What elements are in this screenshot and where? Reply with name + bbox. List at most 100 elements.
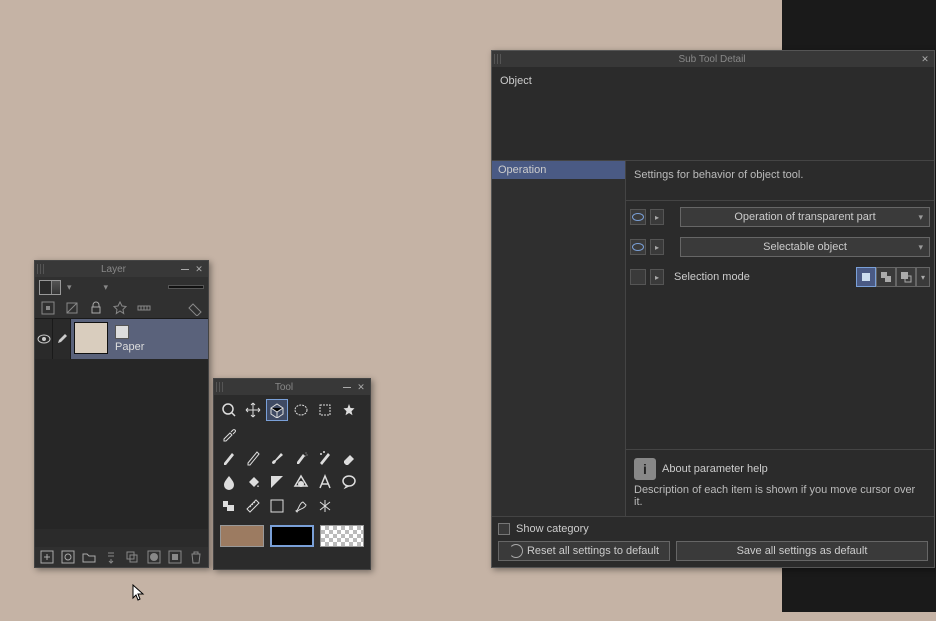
help-title: About parameter help xyxy=(662,463,768,475)
eraser-tool[interactable] xyxy=(338,447,360,469)
airbrush-tool[interactable] xyxy=(290,447,312,469)
chevron-down-icon[interactable]: ▾ xyxy=(65,282,74,293)
parameter-help-box: i About parameter help Description of ea… xyxy=(626,449,934,516)
minimize-icon[interactable] xyxy=(178,263,192,275)
mouse-cursor xyxy=(132,584,146,602)
selection-mode-add[interactable] xyxy=(876,267,896,287)
eyedropper-tool[interactable] xyxy=(218,423,240,445)
perspective-tool[interactable] xyxy=(314,495,336,517)
transparent-color[interactable] xyxy=(320,525,364,547)
subtool-header: Object xyxy=(492,67,934,161)
detail-panel-title: Sub Tool Detail xyxy=(506,54,918,65)
close-icon[interactable] xyxy=(354,381,368,393)
clip-mask-icon[interactable] xyxy=(63,300,81,316)
show-category-checkbox[interactable] xyxy=(498,523,510,535)
zoom-tool[interactable] xyxy=(218,399,240,421)
setting-row-transparent-part: ▸ Operation of transparent part xyxy=(630,207,930,227)
ruler-tool[interactable] xyxy=(242,495,264,517)
selection-mode-menu[interactable]: ▾ xyxy=(916,267,930,287)
tool-panel-titlebar[interactable]: Tool xyxy=(214,379,370,395)
layer-panel-titlebar[interactable]: Layer xyxy=(35,261,208,277)
delete-layer-button[interactable] xyxy=(189,549,204,565)
eye-icon xyxy=(37,334,51,344)
category-item-operation[interactable]: Operation xyxy=(492,161,625,179)
ruler-icon[interactable] xyxy=(135,300,153,316)
selection-mode-subtract[interactable] xyxy=(896,267,916,287)
gradient-tool[interactable] xyxy=(266,471,288,493)
lock-icon[interactable] xyxy=(87,300,105,316)
close-icon[interactable] xyxy=(918,53,932,65)
reference-layer-icon[interactable] xyxy=(111,300,129,316)
show-in-palette-toggle[interactable] xyxy=(630,269,646,285)
selection-mode-label: Selection mode xyxy=(668,271,756,283)
expand-toggle[interactable]: ▸ xyxy=(650,269,664,285)
frame-tool[interactable] xyxy=(218,495,240,517)
pen-icon xyxy=(56,333,68,345)
minimize-icon[interactable] xyxy=(340,381,354,393)
subtool-name: Object xyxy=(500,75,532,87)
transfer-down-button[interactable] xyxy=(103,549,118,565)
pen-tool[interactable] xyxy=(218,447,240,469)
balloon-tool[interactable] xyxy=(338,471,360,493)
new-folder-button[interactable] xyxy=(82,549,97,565)
text-tool[interactable] xyxy=(314,471,336,493)
lock-transparent-icon[interactable] xyxy=(39,300,57,316)
layer-row[interactable]: Paper xyxy=(35,319,208,359)
opacity-slider[interactable] xyxy=(168,285,204,289)
operation-tool[interactable] xyxy=(266,399,288,421)
figure-tool[interactable] xyxy=(290,471,312,493)
blend-tool[interactable] xyxy=(218,471,240,493)
dropdown-label: Selectable object xyxy=(763,241,847,253)
help-body: Description of each item is shown if you… xyxy=(634,484,926,508)
move-tool[interactable] xyxy=(242,399,264,421)
layer-color-icon[interactable] xyxy=(186,300,204,316)
selectable-object-dropdown[interactable]: Selectable object xyxy=(680,237,930,257)
pencil-tool[interactable] xyxy=(242,447,264,469)
detail-footer: Show category Reset all settings to defa… xyxy=(492,516,934,567)
merge-down-button[interactable] xyxy=(125,549,140,565)
dropdown-label: Operation of transparent part xyxy=(734,211,875,223)
visibility-toggle[interactable] xyxy=(35,319,53,359)
mask-button[interactable] xyxy=(146,549,161,565)
chevron-down-icon[interactable]: ▾ xyxy=(102,282,111,293)
foreground-color[interactable] xyxy=(220,525,264,547)
edit-target-toggle[interactable] xyxy=(53,319,71,359)
expand-toggle[interactable]: ▸ xyxy=(650,239,664,255)
reset-settings-button[interactable]: Reset all settings to default xyxy=(498,541,670,561)
decoration-tool[interactable] xyxy=(314,447,336,469)
settings-description: Settings for behavior of object tool. xyxy=(626,161,934,201)
detail-panel-titlebar[interactable]: Sub Tool Detail xyxy=(492,51,934,67)
close-icon[interactable] xyxy=(192,263,206,275)
new-vector-layer-button[interactable] xyxy=(60,549,75,565)
tool-grid xyxy=(214,395,370,521)
grip-icon xyxy=(494,54,502,64)
brush-tool[interactable] xyxy=(266,447,288,469)
auto-select-tool[interactable] xyxy=(338,399,360,421)
save-button-label: Save all settings as default xyxy=(737,545,868,557)
reset-icon xyxy=(509,544,523,558)
layer-panel-title: Layer xyxy=(49,264,178,275)
tool-panel-title: Tool xyxy=(228,382,340,393)
blend-mode-row: ▾ ▾ xyxy=(35,277,208,297)
rect-select-tool[interactable] xyxy=(314,399,336,421)
correct-line-tool[interactable] xyxy=(290,495,312,517)
selection-mode-new[interactable] xyxy=(856,267,876,287)
new-raster-layer-button[interactable] xyxy=(39,549,54,565)
layer-actions-bar xyxy=(35,547,208,567)
setting-row-selectable-object: ▸ Selectable object xyxy=(630,237,930,257)
show-in-palette-toggle[interactable] xyxy=(630,209,646,225)
save-settings-button[interactable]: Save all settings as default xyxy=(676,541,928,561)
lasso-select-tool[interactable] xyxy=(290,399,312,421)
color-swatches xyxy=(214,521,370,551)
expand-toggle[interactable]: ▸ xyxy=(650,209,664,225)
background-color[interactable] xyxy=(270,525,314,547)
fill-tool[interactable] xyxy=(242,471,264,493)
line-tool[interactable] xyxy=(266,495,288,517)
show-in-palette-toggle[interactable] xyxy=(630,239,646,255)
transparent-part-dropdown[interactable]: Operation of transparent part xyxy=(680,207,930,227)
layer-thumbnail xyxy=(74,322,108,354)
setting-row-selection-mode: ▸ Selection mode ▾ xyxy=(630,267,930,287)
apply-mask-button[interactable] xyxy=(167,549,182,565)
layer-type-icon xyxy=(115,325,129,339)
blend-mode-selector[interactable] xyxy=(39,280,61,295)
